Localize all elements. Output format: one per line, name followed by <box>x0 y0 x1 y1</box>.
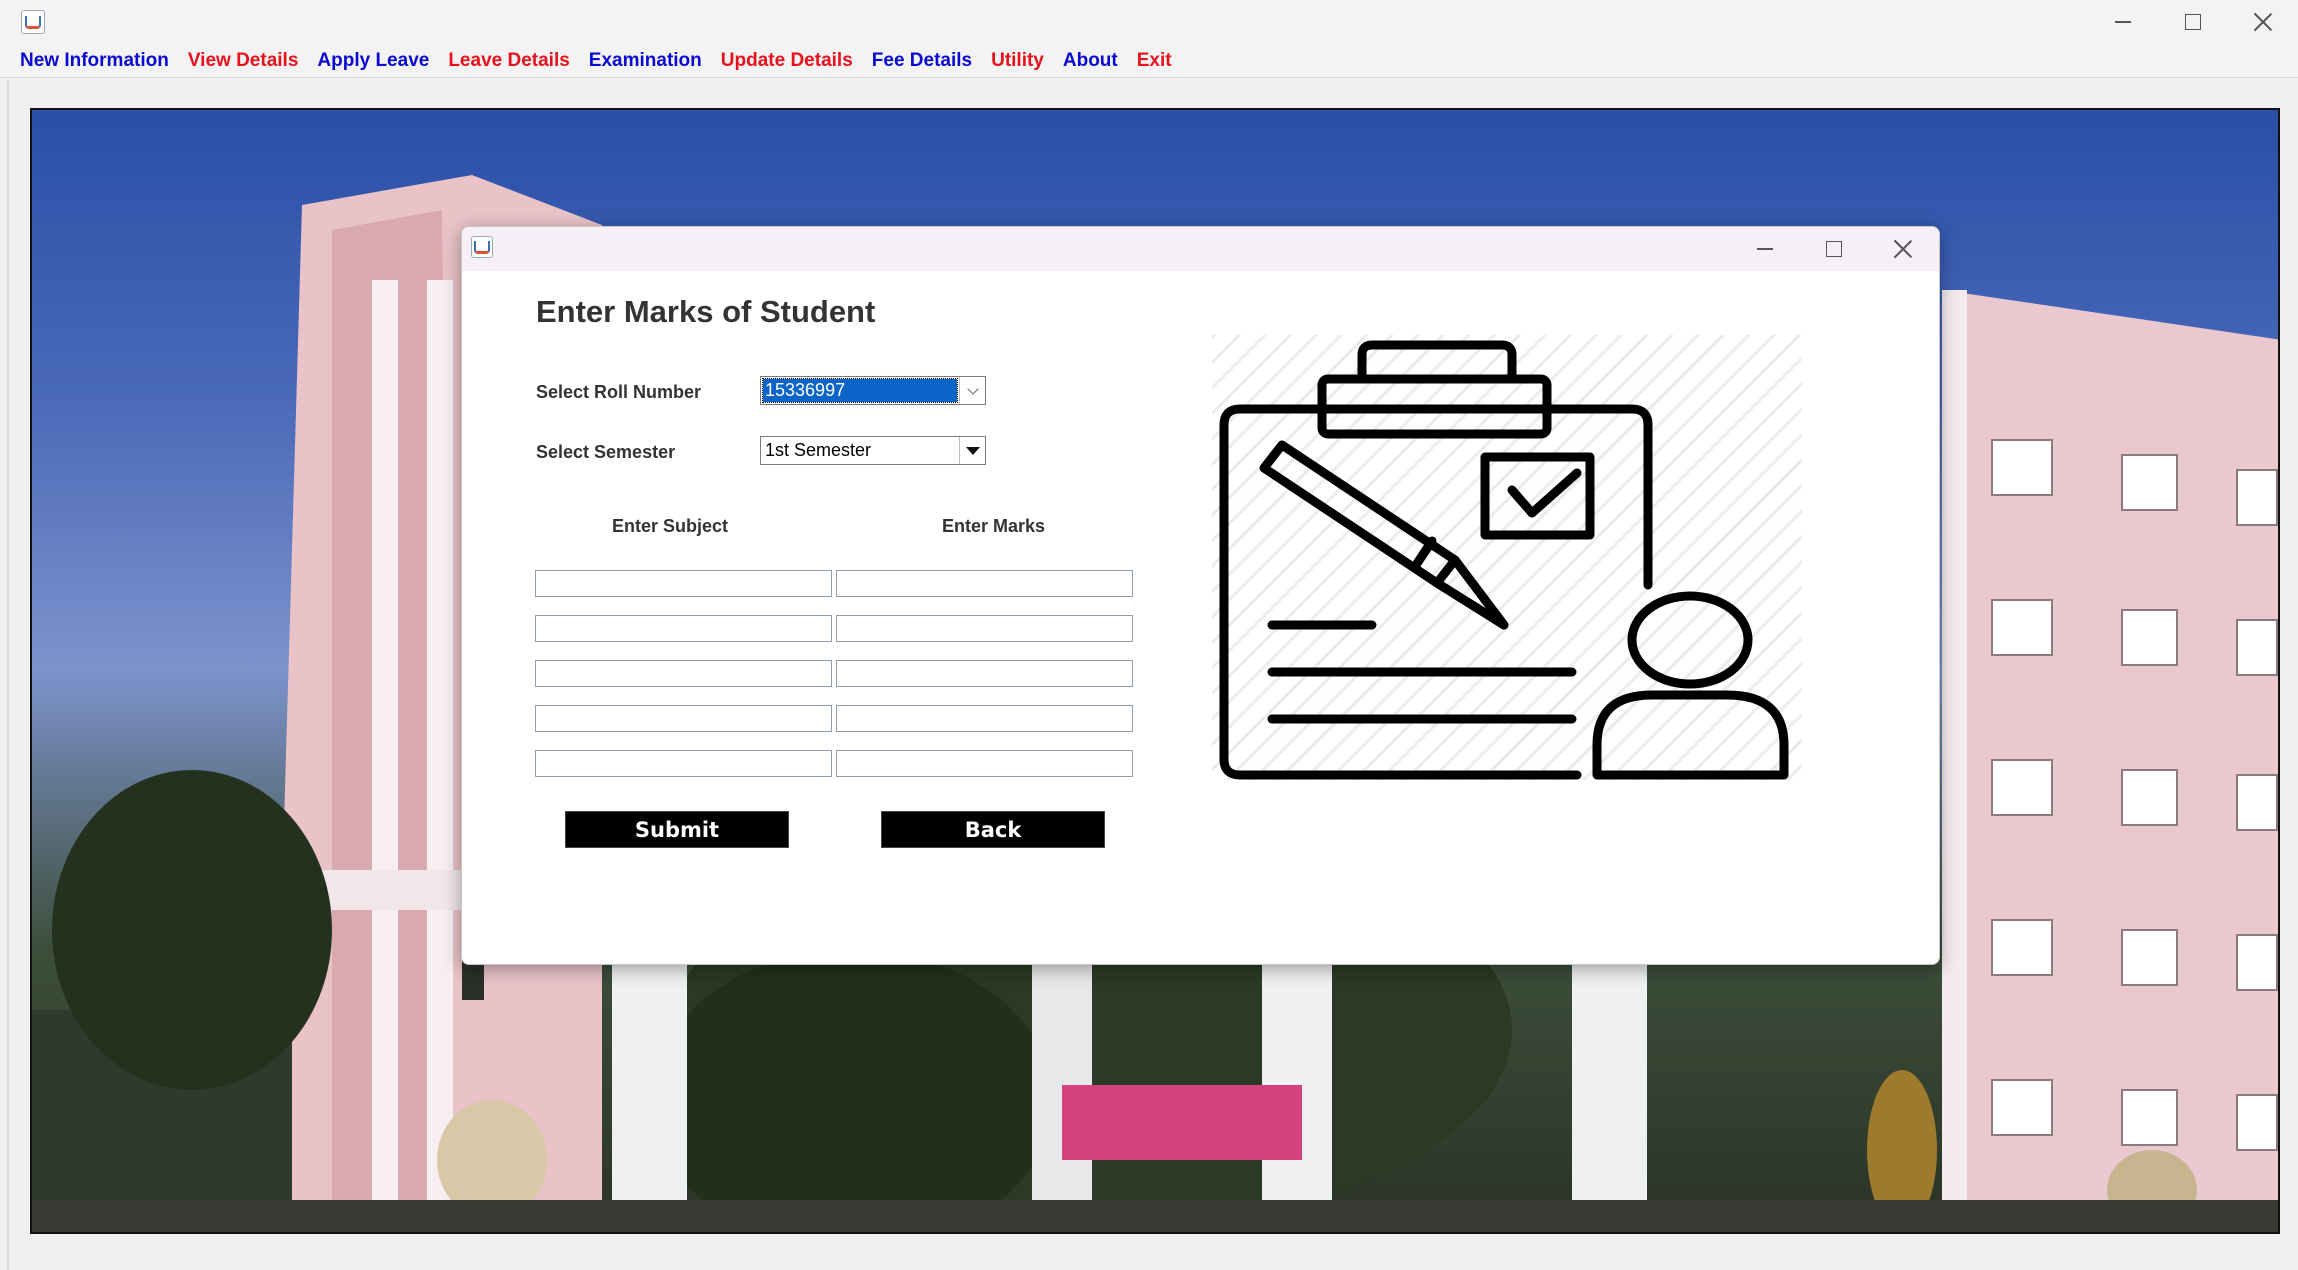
submit-button[interactable]: Submit <box>565 811 789 848</box>
menu-leave-details[interactable]: Leave Details <box>448 50 569 72</box>
roll-number-label: Select Roll Number <box>536 382 702 402</box>
menu-apply-leave[interactable]: Apply Leave <box>317 50 429 72</box>
marks-column-header: Enter Marks <box>942 516 1046 536</box>
maximize-button[interactable] <box>2163 0 2223 44</box>
subject-input-3[interactable] <box>535 660 832 687</box>
marks-input-4[interactable] <box>836 705 1133 732</box>
chevron-down-icon <box>966 382 979 395</box>
roll-number-combobox[interactable]: 15336997 <box>760 376 986 405</box>
maximize-icon <box>2185 14 2201 30</box>
subject-input-4[interactable] <box>535 705 832 732</box>
back-button[interactable]: Back <box>881 811 1105 848</box>
window-edge <box>7 80 9 1270</box>
main-window-titlebar <box>0 0 2298 44</box>
close-button[interactable] <box>2233 0 2293 44</box>
menu-fee-details[interactable]: Fee Details <box>872 50 972 72</box>
menu-view-details[interactable]: View Details <box>188 50 299 72</box>
close-icon <box>1893 239 1913 259</box>
dialog-maximize-button[interactable] <box>1804 227 1864 271</box>
marks-input-3[interactable] <box>836 660 1133 687</box>
maximize-icon <box>1826 241 1842 257</box>
triangle-down-icon <box>965 446 980 455</box>
enter-marks-dialog: Enter Marks of Student Select Roll Numbe… <box>461 226 1940 965</box>
menu-bar: New Information View Details Apply Leave… <box>0 44 2298 78</box>
subject-column-header: Enter Subject <box>612 516 729 536</box>
marks-input-1[interactable] <box>836 570 1133 597</box>
java-app-icon <box>471 236 493 258</box>
dialog-close-button[interactable] <box>1873 227 1933 271</box>
minimize-button[interactable] <box>2093 0 2153 44</box>
menu-exit[interactable]: Exit <box>1137 50 1172 72</box>
clipboard-exam-icon <box>1212 335 1802 780</box>
menu-update-details[interactable]: Update Details <box>721 50 853 72</box>
marks-input-2[interactable] <box>836 615 1133 642</box>
semester-label: Select Semester <box>536 442 676 462</box>
minimize-icon <box>1757 248 1773 250</box>
dialog-titlebar <box>462 227 1939 271</box>
menu-about[interactable]: About <box>1063 50 1118 72</box>
menu-examination[interactable]: Examination <box>589 50 702 72</box>
java-app-icon <box>21 10 45 34</box>
subject-input-2[interactable] <box>535 615 832 642</box>
roll-number-value: 15336997 <box>762 378 958 403</box>
minimize-icon <box>2115 21 2131 23</box>
marks-input-5[interactable] <box>836 750 1133 777</box>
roll-number-dropdown[interactable] <box>959 377 985 404</box>
subject-input-5[interactable] <box>535 750 832 777</box>
dialog-minimize-button[interactable] <box>1735 227 1795 271</box>
dialog-title: Enter Marks of Student <box>536 294 876 329</box>
menu-utility[interactable]: Utility <box>991 50 1044 72</box>
close-icon <box>2253 12 2273 32</box>
semester-value: 1st Semester <box>765 440 872 460</box>
semester-combobox[interactable]: 1st Semester <box>760 436 986 465</box>
subject-input-1[interactable] <box>535 570 832 597</box>
semester-dropdown[interactable] <box>959 437 985 464</box>
menu-new-information[interactable]: New Information <box>20 50 169 72</box>
